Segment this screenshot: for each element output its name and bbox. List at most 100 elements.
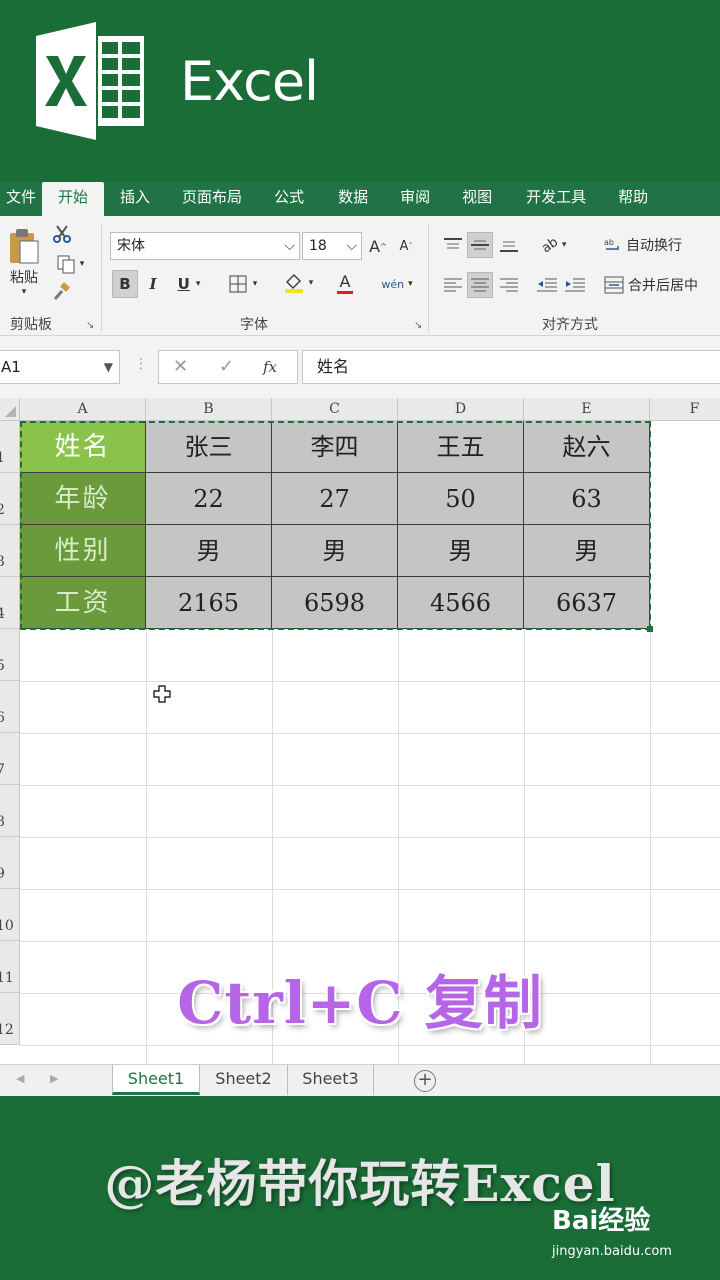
worksheet[interactable]: A B C D E F 1 2 3 4 5 6 7 8 9 10 11 12 姓… [0, 398, 720, 1064]
phonetic-button[interactable]: wén ▾ [376, 270, 418, 298]
cancel-icon[interactable]: ✕ [173, 356, 188, 377]
orientation-button[interactable]: ab ▾ [534, 232, 574, 258]
table-cell[interactable]: 王五 [398, 421, 524, 473]
table-cell[interactable]: 63 [524, 473, 650, 525]
baidu-jingyan-url: jingyan.baidu.com [552, 1244, 672, 1259]
row-header-9[interactable]: 9 [0, 837, 20, 889]
scroll-right-icon[interactable]: ▶ [50, 1072, 58, 1085]
table-cell[interactable]: 男 [524, 525, 650, 577]
enter-icon[interactable]: ✓ [219, 356, 234, 377]
table-cell[interactable]: 6598 [272, 577, 398, 629]
wrap-text-icon: ab [604, 238, 619, 250]
sheet-tab-sheet2[interactable]: Sheet2 [200, 1065, 288, 1095]
row-header-8[interactable]: 8 [0, 785, 20, 837]
table-cell[interactable]: 22 [146, 473, 272, 525]
sheet-tab-sheet1[interactable]: Sheet1 [112, 1065, 200, 1095]
table-cell[interactable]: 赵六 [524, 421, 650, 473]
cut-button[interactable] [50, 222, 74, 246]
select-all-corner[interactable] [0, 398, 20, 421]
row-header-4[interactable]: 4 [0, 577, 20, 629]
table-cell[interactable]: 男 [398, 525, 524, 577]
table-cell[interactable]: 50 [398, 473, 524, 525]
tab-file[interactable]: 文件 [0, 182, 42, 216]
tab-developer[interactable]: 开发工具 [508, 182, 604, 216]
clipboard-group-label: 剪贴板 [10, 317, 52, 333]
grid-line [20, 941, 720, 942]
grow-font-button[interactable]: A ^ [366, 234, 390, 258]
table-cell[interactable]: 男 [146, 525, 272, 577]
increase-indent-button[interactable] [562, 272, 588, 298]
row-header-7[interactable]: 7 [0, 733, 20, 785]
align-left-button[interactable] [440, 272, 466, 298]
insert-function-icon[interactable]: fx [263, 358, 277, 376]
column-header-d[interactable]: D [398, 398, 524, 421]
font-launcher-icon[interactable]: ↘ [414, 320, 422, 331]
column-header-a[interactable]: A [20, 398, 146, 421]
clipboard-launcher-icon[interactable]: ↘ [86, 320, 94, 331]
row-label-cell[interactable]: 年龄 [20, 473, 146, 525]
decrease-indent-button[interactable] [534, 272, 560, 298]
fill-color-button[interactable]: ▾ [276, 268, 320, 298]
shrink-font-button[interactable]: Aˇ [394, 234, 418, 258]
paste-button[interactable]: 粘贴 ▾ [2, 224, 46, 300]
scroll-left-icon[interactable]: ◀ [16, 1072, 24, 1085]
tab-review[interactable]: 审阅 [384, 182, 446, 216]
tab-home[interactable]: 开始 [42, 182, 105, 216]
align-center-button[interactable] [467, 272, 493, 298]
column-header-f[interactable]: F [650, 398, 720, 421]
name-box[interactable]: A1 ▼ [0, 350, 120, 384]
merge-cells-icon [604, 276, 624, 294]
divider [101, 224, 102, 332]
table-cell[interactable]: 男 [272, 525, 398, 577]
tab-formulas[interactable]: 公式 [252, 182, 322, 216]
merge-center-button[interactable]: 合并后居中 [604, 272, 716, 298]
row-label-cell[interactable]: 性别 [20, 525, 146, 577]
tab-help[interactable]: 帮助 [604, 182, 662, 216]
row-header-2[interactable]: 2 [0, 473, 20, 525]
bold-button[interactable]: B [112, 270, 138, 298]
more-icon: ⋮ [134, 356, 148, 372]
align-middle-button[interactable] [467, 232, 493, 258]
underline-button[interactable]: U ▾ [168, 270, 210, 298]
column-header-e[interactable]: E [524, 398, 650, 421]
table-cell[interactable]: 27 [272, 473, 398, 525]
grid-line [20, 889, 720, 890]
row-header-1[interactable]: 1 [0, 421, 20, 473]
add-sheet-button[interactable]: + [414, 1070, 436, 1092]
wrap-text-button[interactable]: ab 自动换行 [604, 232, 700, 258]
tab-insert[interactable]: 插入 [104, 182, 166, 216]
sheet-tab-sheet3[interactable]: Sheet3 [288, 1065, 374, 1095]
row-header-5[interactable]: 5 [0, 629, 20, 681]
table-cell[interactable]: 李四 [272, 421, 398, 473]
table-cell[interactable]: 2165 [146, 577, 272, 629]
row-header-3[interactable]: 3 [0, 525, 20, 577]
font-name-select[interactable]: 宋体 ⌵ [110, 232, 300, 260]
align-right-button[interactable] [496, 272, 522, 298]
bottom-banner: @老杨带你玩转Excel Bai经验 jingyan.baidu.com [0, 1096, 720, 1280]
italic-button[interactable]: I [140, 270, 166, 298]
tab-data[interactable]: 数据 [322, 182, 384, 216]
table-cell[interactable]: 4566 [398, 577, 524, 629]
align-bottom-button[interactable] [496, 232, 522, 258]
paste-dropdown-icon: ▾ [21, 287, 27, 297]
row-number: 5 [0, 658, 5, 674]
row-header-10[interactable]: 10 [0, 889, 20, 941]
align-top-button[interactable] [440, 232, 466, 258]
fill-handle[interactable] [647, 626, 653, 632]
table-cell[interactable]: 张三 [146, 421, 272, 473]
column-header-c[interactable]: C [272, 398, 398, 421]
copy-button[interactable]: ▾ [50, 252, 90, 276]
format-painter-button[interactable] [50, 280, 74, 304]
tab-view[interactable]: 视图 [446, 182, 508, 216]
row-header-6[interactable]: 6 [0, 681, 20, 733]
table-cell[interactable]: 6637 [524, 577, 650, 629]
tab-page-layout[interactable]: 页面布局 [166, 182, 252, 216]
font-color-button[interactable]: A [326, 268, 364, 298]
column-header-b[interactable]: B [146, 398, 272, 421]
borders-button[interactable]: ▾ [222, 270, 264, 298]
chevron-down-icon: ⌵ [284, 238, 295, 254]
row-label-cell[interactable]: 工资 [20, 577, 146, 629]
font-size-select[interactable]: 18 ⌵ [302, 232, 362, 260]
formula-input[interactable]: 姓名 [302, 350, 720, 384]
row-label-cell[interactable]: 姓名 [20, 421, 146, 473]
